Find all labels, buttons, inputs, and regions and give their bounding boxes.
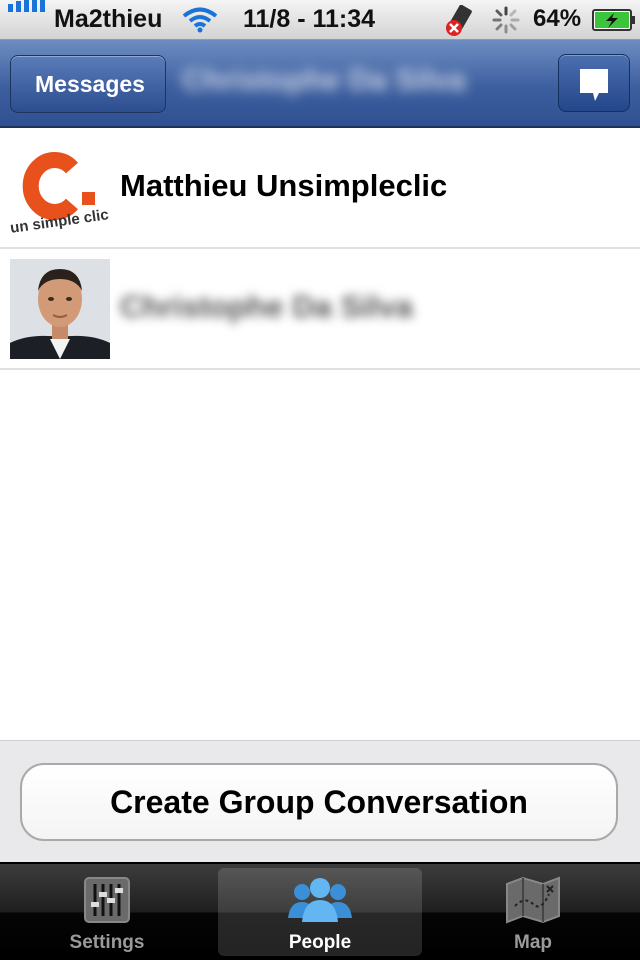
create-group-conversation-button[interactable]: Create Group Conversation [20, 763, 618, 841]
status-bar: Ma2thieu 11/8 - 11:34 64% [0, 0, 640, 40]
navigation-bar: Messages Christophe Da Silva [0, 40, 640, 128]
contact-list: un simple clic Matthieu Unsimpleclic Chr… [0, 128, 640, 370]
battery-percent: 64% [533, 5, 582, 32]
contact-name: Christophe Da Silva [120, 289, 413, 324]
avatar: un simple clic [10, 138, 110, 238]
action-area: Create Group Conversation [0, 740, 640, 863]
tab-map[interactable]: Map [426, 868, 640, 956]
tab-settings-label: Settings [69, 932, 145, 953]
activity-spinner-icon [492, 6, 520, 34]
sliders-icon [84, 877, 130, 923]
tab-map-label: Map [514, 932, 552, 953]
contact-row[interactable]: un simple clic Matthieu Unsimpleclic [0, 128, 640, 249]
compose-message-button[interactable] [558, 54, 630, 112]
avatar [10, 259, 110, 359]
contact-row[interactable]: Christophe Da Silva [0, 249, 640, 370]
speech-bubble-icon [580, 69, 608, 101]
battery-charging-icon [592, 9, 635, 31]
contact-name: Matthieu Unsimpleclic [120, 168, 448, 203]
tab-people-label: People [288, 932, 352, 953]
tab-people[interactable]: People [218, 868, 422, 956]
wifi-icon [182, 7, 218, 33]
tab-settings[interactable]: Settings [0, 868, 214, 956]
conversation-title: Christophe Da Silva [182, 64, 466, 97]
back-button[interactable]: Messages [10, 55, 166, 113]
people-icon [288, 878, 352, 922]
person-photo [10, 259, 110, 359]
tab-bar: Settings People Map [0, 862, 640, 960]
back-button-label: Messages [35, 71, 145, 97]
unsimpleclic-logo: un simple clic [10, 152, 110, 237]
rotation-lock-icon [446, 5, 472, 36]
map-icon [506, 876, 560, 924]
carrier-name: Ma2thieu [54, 5, 163, 33]
status-time: 11/8 - 11:34 [243, 5, 376, 33]
